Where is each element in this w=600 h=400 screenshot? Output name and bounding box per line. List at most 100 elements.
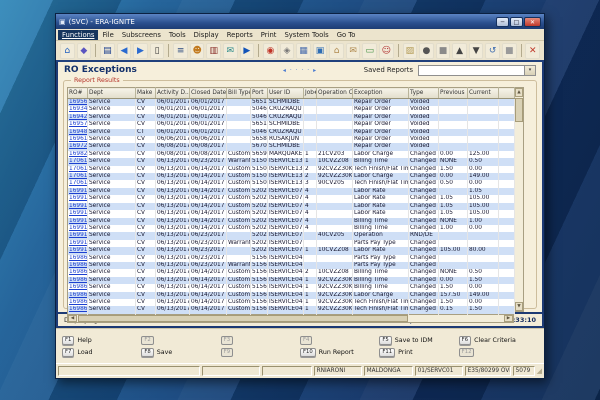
hscroll-thumb[interactable]: [78, 315, 408, 322]
ro-number-link[interactable]: 16991: [69, 195, 87, 201]
f7-load-button[interactable]: F7Load: [62, 348, 141, 357]
ro-number-link[interactable]: 16956: [69, 99, 87, 105]
table-row[interactable]: 16986ServiceCV06/13/201706/14/2017Custom…: [68, 269, 515, 276]
document-icon[interactable]: ▭: [362, 43, 377, 59]
ro-number-link[interactable]: 16986: [69, 292, 87, 298]
ro-number-link[interactable]: 16986: [69, 255, 87, 261]
vertical-scrollbar[interactable]: ▲ ▼: [515, 87, 524, 312]
table-row[interactable]: 16982ServiceCV06/08/201706/08/2017Custom…: [68, 151, 515, 158]
scroll-left-icon[interactable]: ◀: [68, 315, 77, 322]
menu-item-tools[interactable]: Tools: [165, 30, 190, 40]
run-icon[interactable]: ▶: [240, 43, 255, 59]
users-icon[interactable]: ☻: [190, 43, 205, 59]
f8-save-button[interactable]: F8Save: [141, 348, 220, 357]
menu-item-file[interactable]: File: [98, 30, 117, 40]
mail-icon[interactable]: ✉: [346, 43, 361, 59]
tools-icon[interactable]: ◈: [280, 43, 295, 59]
table-row[interactable]: 16991ServiceCV06/13/201706/14/2017Custom…: [68, 225, 515, 232]
column-header-job[interactable]: Job#: [304, 88, 317, 99]
ro-number-link[interactable]: 16986: [69, 277, 87, 283]
criteria-tools-icon[interactable]: ✕: [525, 43, 540, 59]
save-icon[interactable]: ▤: [100, 43, 115, 59]
column-icon[interactable]: ▥: [206, 43, 221, 59]
report-list-icon[interactable]: ≡: [173, 43, 188, 59]
table-row[interactable]: 16991ServiceCV06/13/201706/23/2017Warran…: [68, 240, 515, 247]
table-row[interactable]: 16961ServiceCV06/06/201706/06/20175658RU…: [68, 136, 515, 143]
target-icon[interactable]: ◉: [263, 43, 278, 59]
vscroll-thumb[interactable]: [515, 98, 523, 122]
column-header-type[interactable]: Type: [409, 88, 439, 99]
ro-number-link[interactable]: 16957: [69, 121, 87, 127]
knot-icon[interactable]: ●: [419, 43, 434, 59]
ro-number-link[interactable]: 16986: [69, 262, 87, 268]
table-row[interactable]: 16986ServiceCV06/13/201706/23/20175156IS…: [68, 255, 515, 262]
menu-item-reports[interactable]: Reports: [223, 30, 257, 40]
ro-number-link[interactable]: 16991: [69, 225, 87, 231]
grid-icon[interactable]: ▦: [296, 43, 311, 59]
f11-print-button[interactable]: F11Print: [379, 348, 458, 357]
f10-run-report-button[interactable]: F10Run Report: [300, 348, 379, 357]
table-row[interactable]: 16991ServiceCV06/13/201706/14/2017Custom…: [68, 218, 515, 225]
goto-icon[interactable]: ◆: [77, 43, 92, 59]
ro-number-link[interactable]: 16991: [69, 188, 87, 194]
resize-grip[interactable]: ◢: [537, 367, 542, 375]
table-row[interactable]: 17061ServiceCV06/13/201706/23/2017Warran…: [68, 158, 515, 165]
table-row[interactable]: 16986ServiceCV06/13/201706/14/2017Custom…: [68, 299, 515, 306]
scroll-down-icon[interactable]: ▼: [515, 302, 523, 311]
scroll-right-icon[interactable]: ▶: [504, 315, 513, 322]
ro-number-link[interactable]: 16991: [69, 240, 87, 246]
table-row[interactable]: 16986ServiceCV06/13/201706/14/2017Custom…: [68, 277, 515, 284]
table-row[interactable]: 17061ServiceCV06/13/201706/14/2017Custom…: [68, 173, 515, 180]
ro-number-link[interactable]: 16991: [69, 247, 87, 253]
scroll-up-icon[interactable]: ▲: [515, 88, 523, 97]
maximize-button[interactable]: □: [510, 17, 523, 27]
ro-number-link[interactable]: 16991: [69, 232, 87, 238]
stop-icon[interactable]: ■: [436, 43, 451, 59]
ro-number-link[interactable]: 16991: [69, 218, 87, 224]
table-row[interactable]: 16986ServiceCV06/13/201706/14/2017Custom…: [68, 284, 515, 291]
table-row[interactable]: 16934ServiceCV06/01/201706/01/20175046CR…: [68, 106, 515, 113]
table-row[interactable]: 16991ServiceCV06/13/201706/23/20175202IS…: [68, 247, 515, 254]
menu-item-go-to[interactable]: Go To: [333, 30, 360, 40]
menu-item-display[interactable]: Display: [190, 30, 223, 40]
table-row[interactable]: 17061ServiceCV06/13/201706/14/2017Custom…: [68, 180, 515, 187]
square-icon[interactable]: ■: [502, 43, 517, 59]
window-icon[interactable]: ▯: [150, 43, 165, 59]
ro-number-link[interactable]: 16986: [69, 306, 87, 312]
ro-number-link[interactable]: 16991: [69, 210, 87, 216]
ro-number-link[interactable]: 16986: [69, 299, 87, 305]
forward-icon[interactable]: ▶: [133, 43, 148, 59]
menu-item-system-tools[interactable]: System Tools: [280, 30, 332, 40]
undo-icon[interactable]: ↺: [485, 43, 500, 59]
saved-reports-combobox[interactable]: ▾: [418, 65, 536, 76]
ro-number-link[interactable]: 17061: [69, 173, 87, 179]
table-row[interactable]: 16986ServiceCV06/13/201706/14/2017Custom…: [68, 306, 515, 314]
table-row[interactable]: 16991ServiceCV06/13/201706/14/2017Custom…: [68, 188, 515, 195]
titlebar[interactable]: ▣ (SVC) - ERA-IGNITE ─ □ ✕: [56, 14, 544, 29]
table-row[interactable]: 17061ServiceCV06/13/201706/14/2017Custom…: [68, 166, 515, 173]
ro-number-link[interactable]: 16986: [69, 284, 87, 290]
ro-number-link[interactable]: 16986: [69, 269, 87, 275]
column-header-dept[interactable]: Dept: [88, 88, 136, 99]
table-row[interactable]: 16972ServiceCV06/08/201706/08/20175670SC…: [68, 143, 515, 150]
house-icon[interactable]: ⌂: [329, 43, 344, 59]
ro-number-link[interactable]: 17061: [69, 180, 87, 186]
table-row[interactable]: 16948ServiceCT06/01/201706/01/20175046CR…: [68, 129, 515, 136]
minimize-button[interactable]: ─: [496, 17, 509, 27]
ro-number-link[interactable]: 17061: [69, 158, 87, 164]
home-icon[interactable]: ⌂: [60, 43, 75, 59]
person-icon[interactable]: ☺: [379, 43, 394, 59]
folder-icon[interactable]: ▨: [403, 43, 418, 59]
column-header-exception[interactable]: Exception: [353, 88, 409, 99]
table-row[interactable]: 16991ServiceCV06/13/201706/14/2017Custom…: [68, 203, 515, 210]
table-row[interactable]: 16986ServiceCV06/13/201706/14/2017Custom…: [68, 292, 515, 299]
horizontal-scrollbar[interactable]: ◀ ▶: [67, 315, 514, 323]
pagination-next-icon[interactable]: ▸: [313, 67, 317, 74]
back-icon[interactable]: ◀: [117, 43, 132, 59]
menu-item-print[interactable]: Print: [257, 30, 281, 40]
menu-item-functions[interactable]: Functions: [58, 30, 98, 40]
column-header-activity-d[interactable]: Activity D...▼: [156, 88, 190, 99]
table-row[interactable]: 16957ServiceCV06/01/201706/01/20175651SC…: [68, 121, 515, 128]
column-header-previous[interactable]: Previous: [439, 88, 468, 99]
f6-clear-criteria-button[interactable]: F6Clear Criteria: [459, 336, 538, 345]
